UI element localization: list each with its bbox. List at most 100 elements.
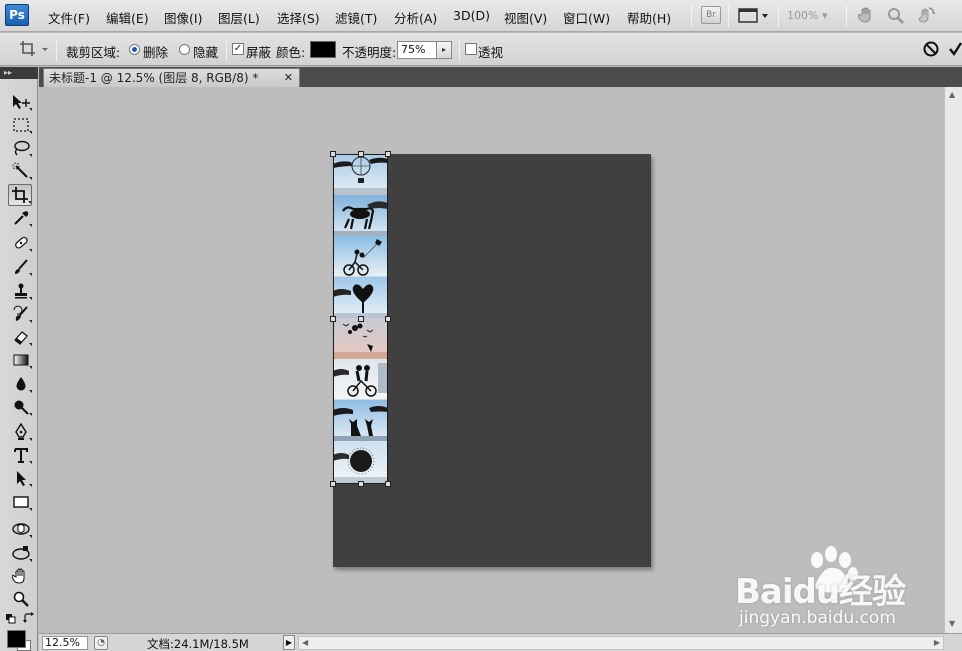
crop-handle-bottom-left[interactable] — [330, 481, 336, 487]
crop-center-point[interactable] — [358, 316, 364, 322]
separator — [226, 39, 227, 61]
menu-layer[interactable]: 图层(L) — [218, 8, 260, 27]
delete-label[interactable]: 删除 — [143, 42, 168, 61]
watermark-url: jingyan.baidu.com — [739, 608, 896, 628]
photo-couple-bike — [333, 359, 388, 400]
menu-select[interactable]: 选择(S) — [277, 8, 320, 27]
3d-rotate-tool-icon[interactable] — [10, 519, 32, 539]
screen-mode-icon[interactable] — [738, 8, 770, 27]
crop-handle-bottom[interactable] — [358, 481, 364, 487]
crop-handle-top[interactable] — [358, 151, 364, 157]
perspective-checkbox[interactable] — [465, 43, 477, 55]
photo-heart-tree — [333, 277, 388, 318]
menu-bar: Ps 文件(F) 编辑(E) 图像(I) 图层(L) 选择(S) 滤镜(T) 分… — [0, 0, 962, 32]
scroll-right-icon[interactable]: ▶ — [934, 637, 940, 649]
shield-color-swatch[interactable] — [310, 41, 336, 58]
close-icon[interactable]: ✕ — [284, 69, 293, 87]
hide-label[interactable]: 隐藏 — [193, 42, 218, 61]
rotate-view-icon[interactable] — [917, 5, 937, 28]
healing-brush-tool-icon[interactable] — [10, 233, 32, 253]
hand-tool-icon[interactable] — [857, 6, 876, 27]
menu-image[interactable]: 图像(I) — [164, 8, 202, 27]
separator — [691, 5, 692, 27]
shape-tool-icon[interactable] — [10, 492, 32, 512]
menu-window[interactable]: 窗口(W) — [563, 8, 610, 27]
lasso-tool-icon[interactable] — [10, 138, 32, 158]
photo-ornament — [333, 441, 388, 484]
marquee-tool-icon[interactable] — [10, 115, 32, 135]
dodge-tool-icon[interactable] — [10, 397, 32, 417]
menu-filter[interactable]: 滤镜(T) — [335, 8, 377, 27]
crop-handle-left[interactable] — [330, 316, 336, 322]
3d-orbit-tool-icon[interactable] — [10, 543, 32, 563]
tools-panel: ▸▸ — [0, 67, 38, 651]
crop-handle-top-right[interactable] — [385, 151, 391, 157]
document-tab-bar: 未标题-1 @ 12.5% (图层 8, RGB/8) * ✕ — [39, 67, 962, 87]
brush-tool-icon[interactable] — [10, 257, 32, 277]
gradient-tool-icon[interactable] — [10, 350, 32, 370]
photo-balloon — [333, 154, 388, 195]
photo-horse — [333, 195, 388, 236]
pen-tool-icon[interactable] — [10, 422, 32, 442]
path-selection-tool-icon[interactable] — [10, 468, 32, 488]
opacity-slider-button[interactable]: ▸ — [437, 41, 452, 59]
crop-area-label: 裁剪区域: — [66, 45, 121, 60]
quick-selection-tool-icon[interactable] — [10, 161, 32, 181]
photo-birds — [333, 318, 388, 359]
eyedropper-tool-icon[interactable] — [10, 208, 32, 228]
baidu-watermark: Baidu经验 jingyan.baidu.com — [735, 546, 955, 636]
history-brush-tool-icon[interactable] — [10, 304, 32, 324]
photo-bicycle — [333, 236, 388, 277]
type-tool-icon[interactable] — [10, 445, 32, 465]
commit-icon[interactable] — [949, 41, 962, 60]
document-size-info: 文档:24.1M/18.5M — [147, 637, 249, 651]
panel-collapse-icon[interactable]: ▸▸ — [0, 67, 38, 79]
clone-stamp-tool-icon[interactable] — [10, 281, 32, 301]
status-info-icon[interactable]: ◔ — [94, 636, 108, 650]
options-bar: 裁剪区域: 删除 隐藏 ✓ 屏蔽 颜色: 不透明度: 75% ▸ 透视 — [0, 33, 962, 66]
opacity-input[interactable]: 75% — [397, 41, 437, 59]
status-menu-arrow-icon[interactable]: ▶ — [283, 635, 295, 650]
eraser-tool-icon[interactable] — [10, 327, 32, 347]
crop-handle-right[interactable] — [385, 316, 391, 322]
separator — [459, 39, 460, 61]
perspective-label[interactable]: 透视 — [478, 42, 503, 61]
color-label: 颜色: — [276, 45, 306, 60]
hide-radio[interactable] — [179, 44, 190, 55]
document-tab-title: 未标题-1 @ 12.5% (图层 8, RGB/8) * — [49, 71, 259, 85]
scroll-left-icon[interactable]: ◀ — [302, 637, 308, 649]
default-colors-icon[interactable] — [6, 613, 18, 627]
cancel-icon[interactable] — [922, 40, 940, 61]
horizontal-scrollbar[interactable]: ◀ ▶ — [298, 636, 944, 650]
separator — [846, 5, 847, 27]
crop-tool-preset-icon[interactable] — [18, 39, 48, 62]
bridge-icon[interactable]: Br — [701, 6, 721, 24]
crop-handle-bottom-right[interactable] — [385, 481, 391, 487]
foreground-color-swatch[interactable] — [7, 630, 26, 648]
zoom-level-dropdown[interactable]: 100% ▾ — [787, 9, 827, 22]
scroll-up-icon[interactable]: ▲ — [949, 90, 955, 99]
swap-colors-icon[interactable] — [23, 612, 35, 627]
separator — [778, 5, 779, 27]
move-tool-icon[interactable] — [10, 92, 32, 112]
document-tab[interactable]: 未标题-1 @ 12.5% (图层 8, RGB/8) * ✕ — [43, 68, 300, 87]
crop-tool-icon[interactable] — [8, 184, 32, 206]
menu-edit[interactable]: 编辑(E) — [106, 8, 149, 27]
zoom-tool-icon[interactable] — [10, 589, 32, 609]
menu-help[interactable]: 帮助(H) — [627, 8, 671, 27]
delete-radio[interactable] — [129, 44, 140, 55]
shield-label[interactable]: 屏蔽 — [246, 42, 271, 61]
status-bar: 12.5% ◔ 文档:24.1M/18.5M ▶ ◀ ▶ — [39, 633, 962, 651]
menu-view[interactable]: 视图(V) — [504, 8, 547, 27]
menu-3d[interactable]: 3D(D) — [453, 8, 490, 23]
zoom-input[interactable]: 12.5% — [42, 636, 88, 650]
zoom-tool-icon[interactable] — [887, 7, 905, 28]
separator — [728, 5, 729, 27]
hand-tool-icon[interactable] — [10, 566, 32, 586]
menu-file[interactable]: 文件(F) — [48, 8, 90, 27]
blur-tool-icon[interactable] — [10, 374, 32, 394]
shield-checkbox[interactable]: ✓ — [232, 43, 244, 55]
menu-analysis[interactable]: 分析(A) — [394, 8, 437, 27]
crop-handle-top-left[interactable] — [330, 151, 336, 157]
photoshop-logo: Ps — [5, 4, 29, 26]
